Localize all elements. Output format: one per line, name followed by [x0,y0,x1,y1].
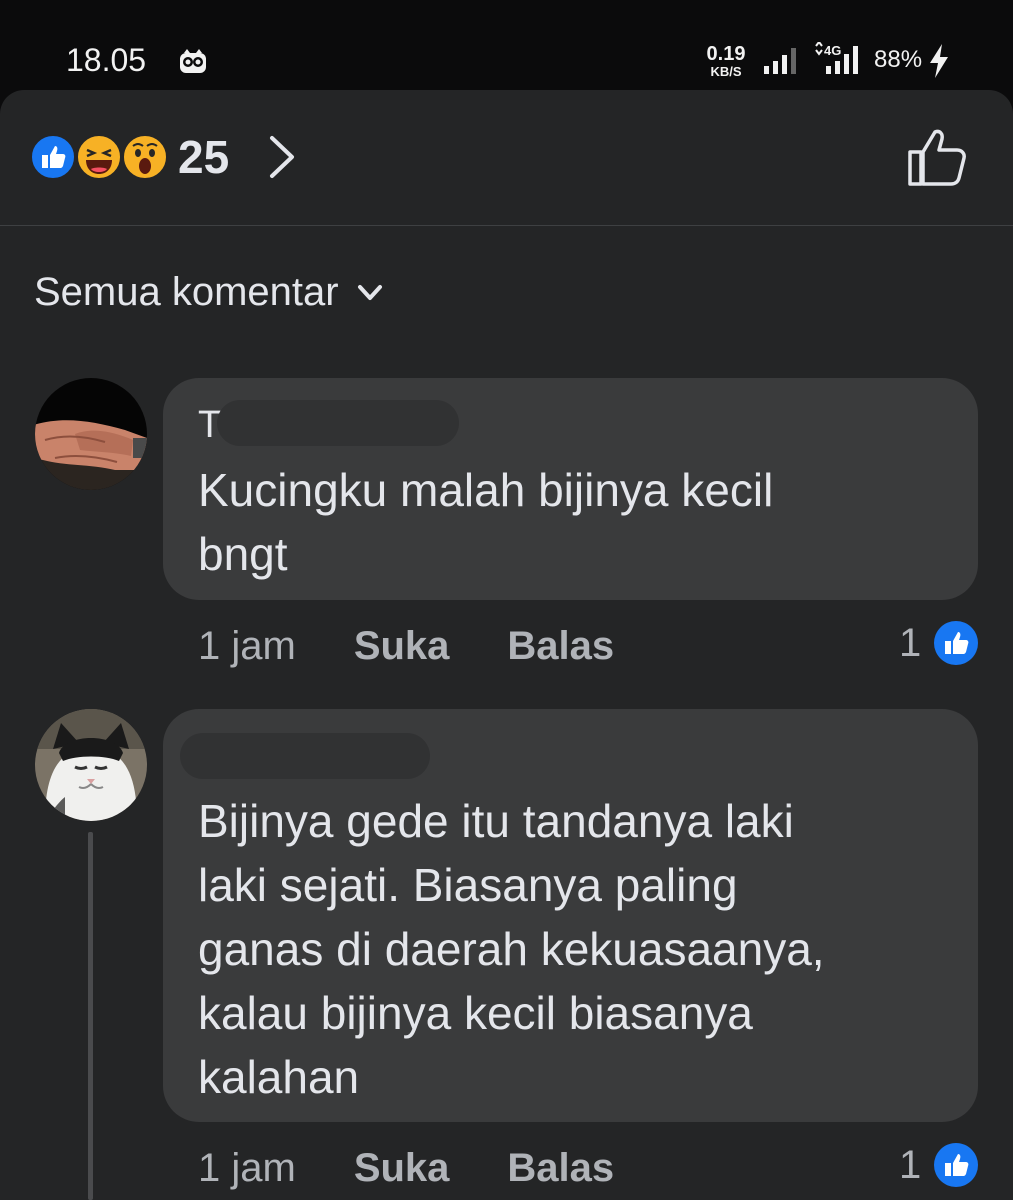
reaction-summary-bar[interactable]: 25 [0,90,1013,226]
status-time: 18.05 [66,42,147,78]
haha-reaction-icon [76,134,122,180]
like-reaction-icon [30,134,76,180]
chevron-down-icon [357,284,382,300]
comment-like-button[interactable]: Suka [354,1146,450,1191]
owl-notification-icon [180,49,206,73]
battery-level: 88% [874,46,923,73]
comment-like-count[interactable]: 1 [899,1142,979,1188]
comment-actions: 1 jam Suka Balas [198,1146,672,1191]
cat-avatar-image [35,709,147,821]
like-post-button[interactable] [906,126,970,188]
status-bar: 18.05 0.19 KB/S 4G 88% [0,0,1013,92]
comment-timestamp[interactable]: 1 jam [198,624,296,669]
comment-like-button[interactable]: Suka [354,624,450,669]
avatar-image [35,378,147,490]
wifi-signal-icon [764,48,796,74]
comment-filter-dropdown[interactable]: Semua komentar [34,270,383,315]
comment-timestamp[interactable]: 1 jam [198,1146,296,1191]
comment-like-count[interactable]: 1 [899,620,979,666]
chevron-right-icon [270,136,294,178]
reply-thread-line [88,832,93,1200]
network-speed: 0.19 KB/S [706,43,746,79]
comment-reply-button[interactable]: Balas [507,624,614,669]
comment-reply-button[interactable]: Balas [507,1146,614,1191]
comment-text: Kucingku malah bijinya kecil bngt [198,464,774,580]
comment-bubble[interactable]: Bijinya gede itu tandanya laki laki seja… [163,709,978,1122]
comment-text: Bijinya gede itu tandanya laki laki seja… [198,795,825,1103]
commenter-avatar[interactable] [35,709,147,821]
charging-bolt-icon [930,44,948,78]
filter-label: Semua komentar [34,270,339,314]
reaction-count: 25 [178,131,230,183]
commenter-avatar[interactable] [35,378,147,490]
comment-actions: 1 jam Suka Balas [198,624,672,669]
like-reaction-icon [934,1143,979,1187]
svg-text:4G: 4G [824,43,841,58]
like-reaction-icon [934,621,979,665]
cellular-signal-icon: 4G [815,42,858,74]
comments-sheet: 25 Semua komentar T Kucingku malah bijin… [0,90,1013,1200]
redacted-commenter-name[interactable] [180,733,430,779]
redacted-commenter-name [217,400,459,446]
comment-bubble[interactable]: T Kucingku malah bijinya kecil bngt [163,378,978,600]
wow-reaction-icon [122,134,168,180]
